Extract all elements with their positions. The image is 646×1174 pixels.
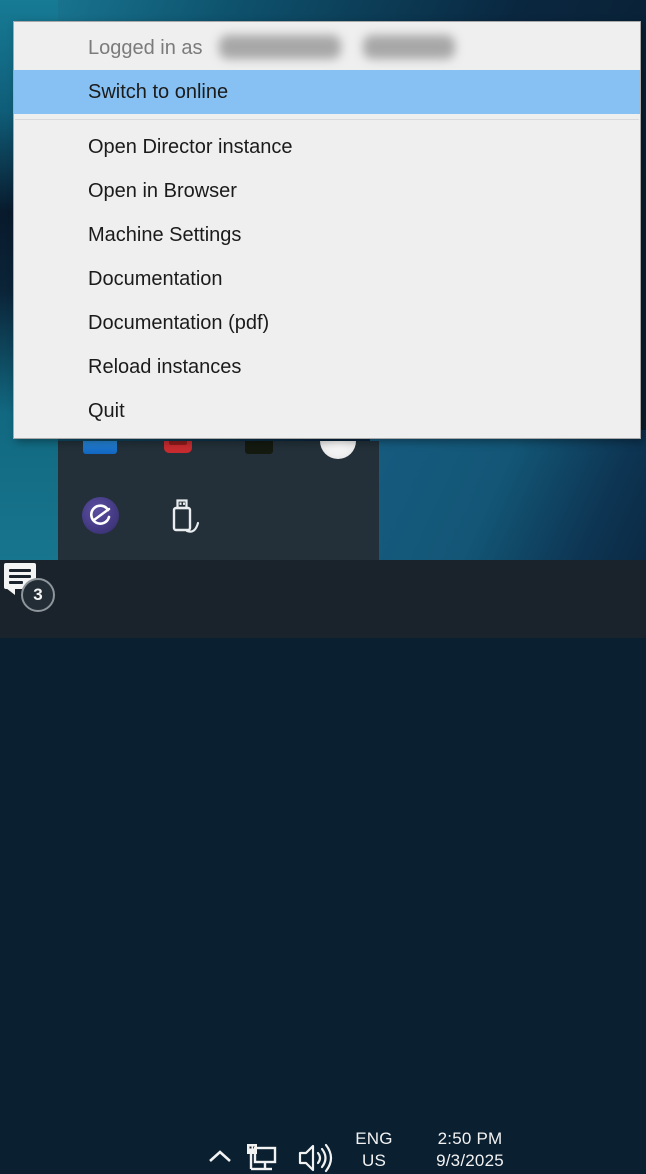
taskbar: ENG US 2:50 PM 9/3/2025 3 xyxy=(0,560,646,638)
notification-count: 3 xyxy=(33,585,42,605)
redacted-username xyxy=(219,35,341,59)
menu-item-machine-settings[interactable]: Machine Settings xyxy=(14,213,640,257)
menu-item-quit[interactable]: Quit xyxy=(14,389,640,433)
chevron-up-icon[interactable] xyxy=(206,1148,234,1166)
language-indicator[interactable]: ENG US xyxy=(348,1128,400,1172)
machine-settings-label: Machine Settings xyxy=(88,224,241,246)
reload-instances-label: Reload instances xyxy=(88,356,241,378)
volume-icon[interactable] xyxy=(296,1143,334,1173)
menu-separator xyxy=(15,119,639,120)
notification-count-badge: 3 xyxy=(21,578,55,612)
menu-item-open-director-instance[interactable]: Open Director instance xyxy=(14,125,640,169)
logged-in-as-label: Logged in as xyxy=(88,37,203,59)
redacted-username xyxy=(363,35,455,59)
taskbar-clock[interactable]: 2:50 PM 9/3/2025 xyxy=(412,1128,528,1172)
tray-overflow-flyout xyxy=(58,441,379,560)
language-line2: US xyxy=(348,1150,400,1172)
network-icon[interactable] xyxy=(245,1142,283,1174)
purple-app-tray-icon[interactable] xyxy=(82,497,119,534)
menu-item-logged-in-as: Logged in as xyxy=(14,26,640,70)
language-line1: ENG xyxy=(348,1128,400,1150)
clock-date: 9/3/2025 xyxy=(412,1150,528,1172)
clock-time: 2:50 PM xyxy=(412,1128,528,1150)
quit-label: Quit xyxy=(88,400,125,422)
white-disc-tray-icon[interactable] xyxy=(320,441,356,459)
green-app-tray-icon[interactable] xyxy=(245,441,273,454)
menu-item-open-in-browser[interactable]: Open in Browser xyxy=(14,169,640,213)
tray-context-menu: Logged in as Switch to online Open Direc… xyxy=(13,21,641,439)
menu-item-reload-instances[interactable]: Reload instances xyxy=(14,345,640,389)
action-center-icon[interactable]: 3 xyxy=(0,560,58,616)
documentation-label: Documentation xyxy=(88,268,223,290)
usb-eject-tray-icon[interactable] xyxy=(165,496,205,538)
open-in-browser-label: Open in Browser xyxy=(88,180,237,202)
red-app-tray-icon[interactable] xyxy=(164,441,192,453)
menu-item-documentation[interactable]: Documentation xyxy=(14,257,640,301)
desktop-wallpaper-bottom-right xyxy=(370,430,646,560)
blue-app-tray-icon[interactable] xyxy=(83,441,117,454)
switch-to-online-label: Switch to online xyxy=(88,81,228,103)
open-director-instance-label: Open Director instance xyxy=(88,136,293,158)
menu-item-documentation-pdf[interactable]: Documentation (pdf) xyxy=(14,301,640,345)
documentation-pdf-label: Documentation (pdf) xyxy=(88,312,269,334)
menu-item-switch-to-online[interactable]: Switch to online xyxy=(14,70,640,114)
